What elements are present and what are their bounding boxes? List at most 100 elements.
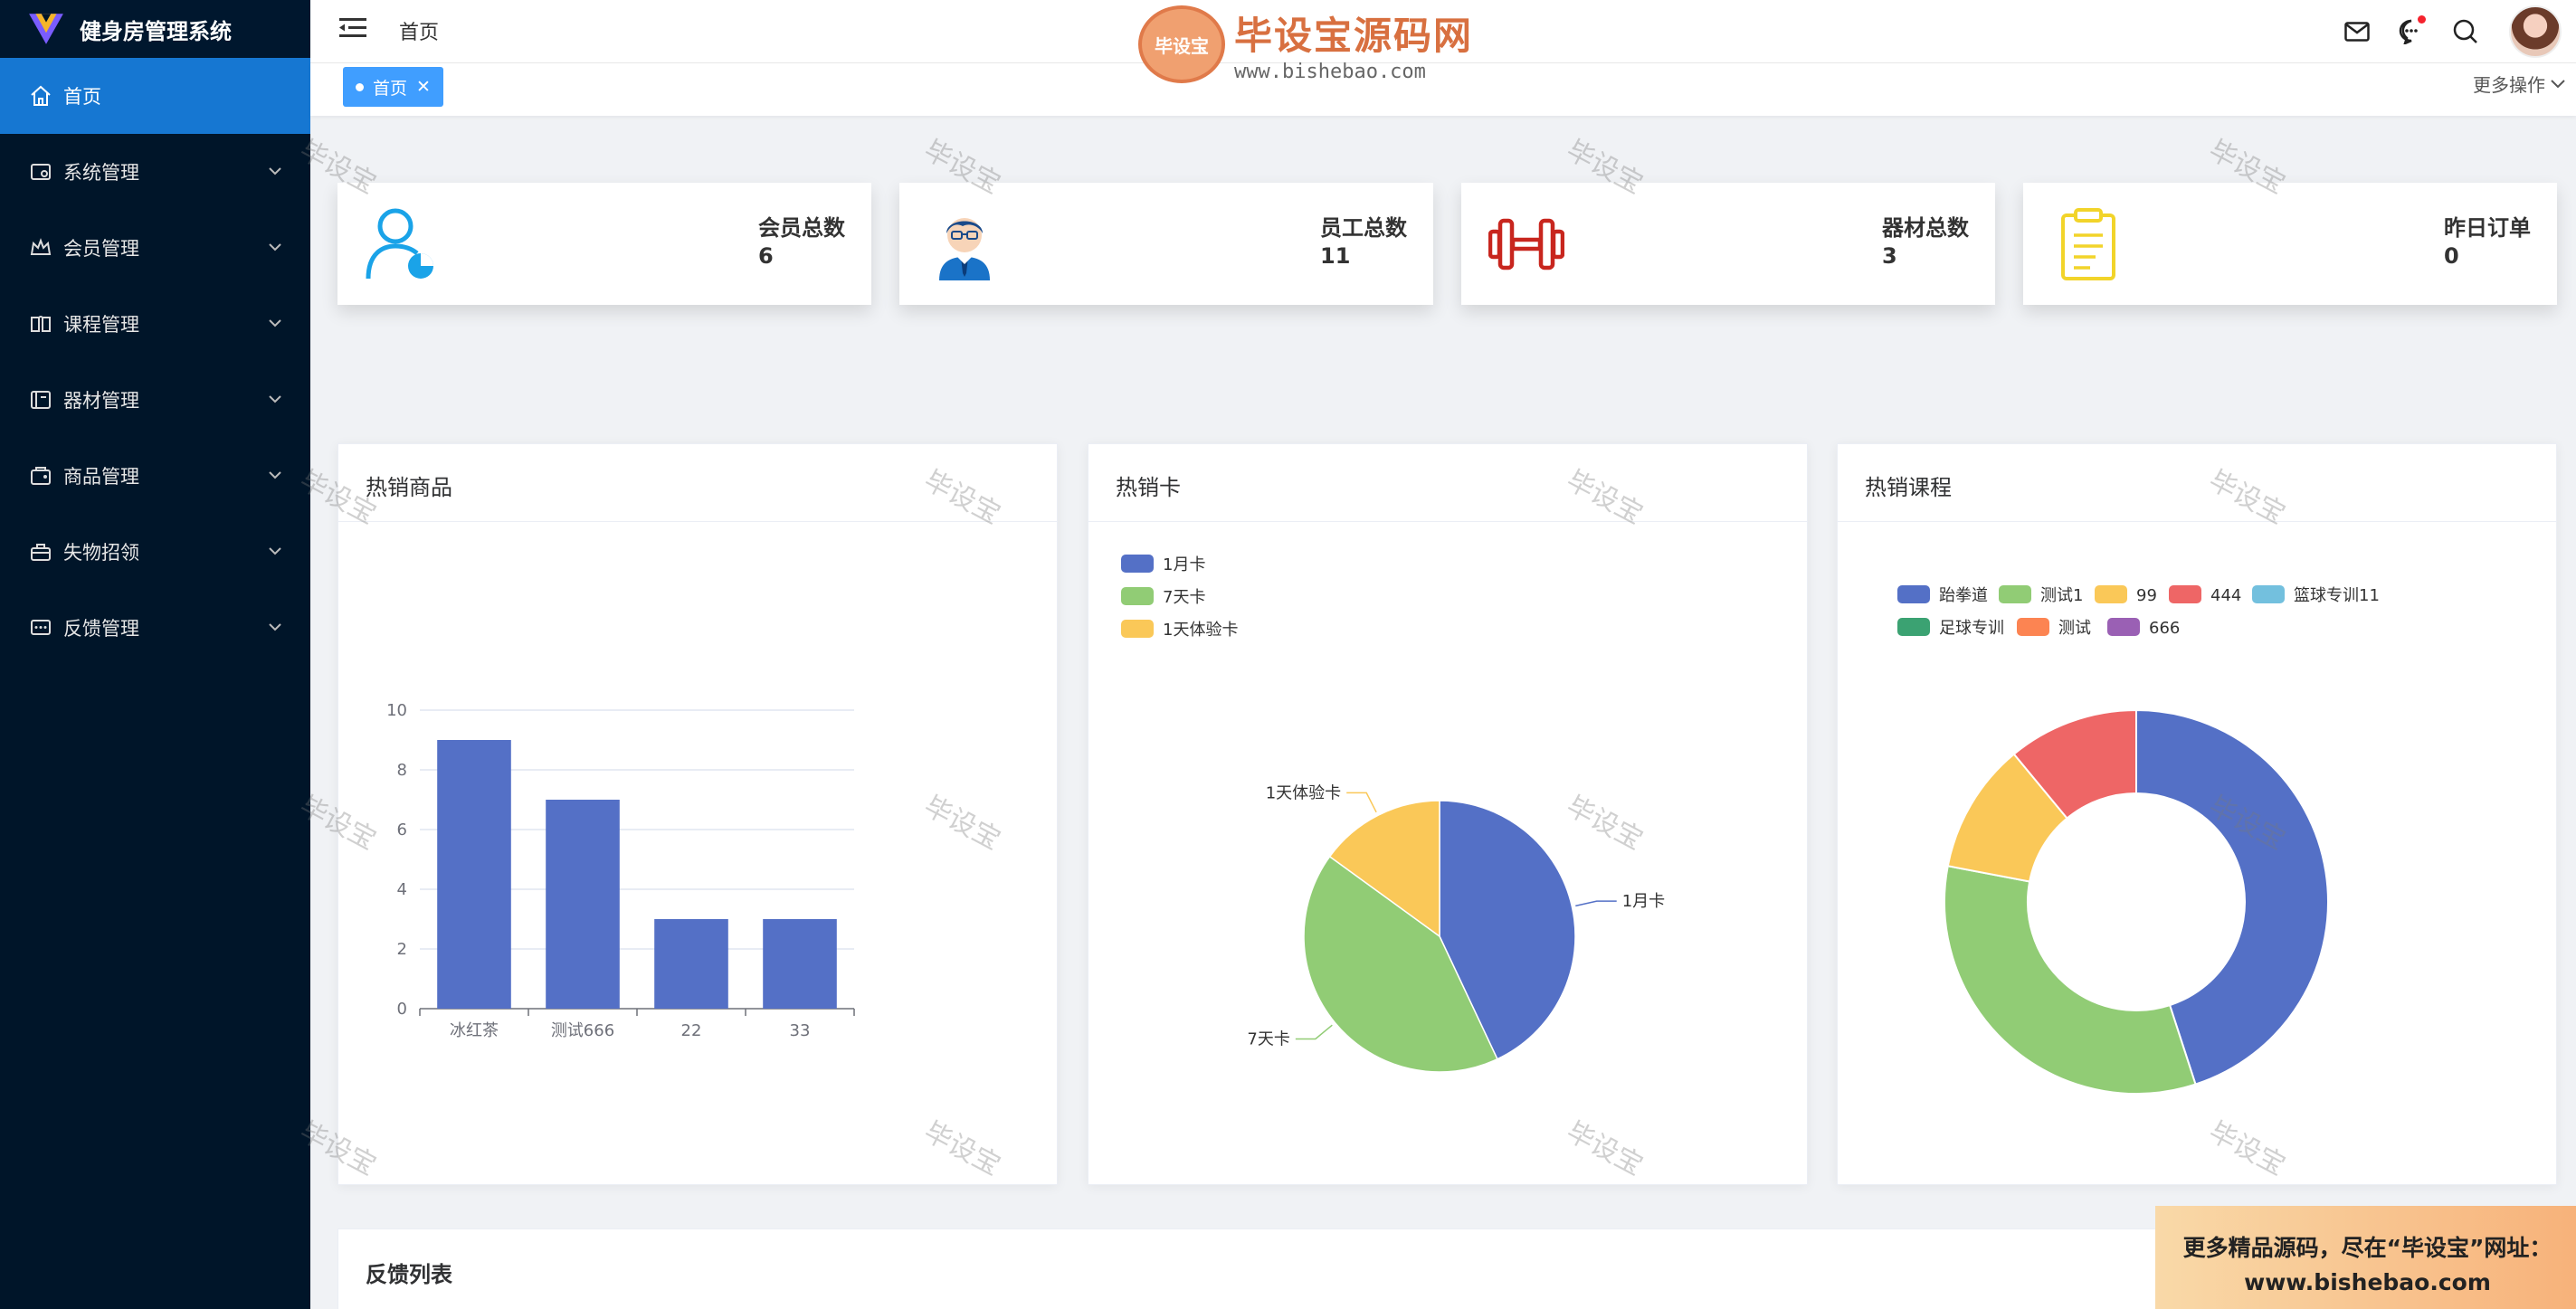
sidebar-item-label: 课程管理 [63,314,139,336]
product-icon [31,467,51,485]
sidebar-item-label: 首页 [63,86,101,108]
chevron-down-icon [269,243,281,251]
y-tick-label: 0 [397,1000,407,1019]
watermark-url: www.bishebao.com [1234,61,1426,83]
stat-text: 器材总数 3 [1882,210,1969,269]
mail-button[interactable] [2330,0,2384,63]
panel-hot-cards: 热销卡 1月卡 7天卡 1天体验卡 1月卡 7天卡 1天体验卡 [1088,443,1808,1185]
tag-home[interactable]: 首页 ✕ [343,67,443,107]
donut-chart: 跆拳道 测试1 99 444 篮球专训11 足球专训 测试 666 [1897,585,2380,1095]
close-icon[interactable]: ✕ [416,77,431,97]
pie-label: 1天体验卡 [1266,783,1341,802]
sidebar-item-0[interactable]: 首页 [0,58,310,134]
legend-swatch [2107,618,2140,636]
stat-text: 员工总数 11 [1320,210,1407,269]
stat-text: 昨日订单 0 [2444,210,2531,269]
pie-label-line [1346,792,1377,813]
x-tick-label: 33 [790,1021,811,1040]
search-icon [2453,19,2477,43]
watermark-brand: 毕设宝源码网 [1234,14,1474,58]
sidebar-item-label: 器材管理 [63,390,139,412]
sidebar-item-label: 失物招领 [63,542,139,564]
sidebar-item-5[interactable]: 商品管理 [0,438,310,514]
home-icon [31,85,51,106]
equipment-icon [31,391,51,409]
sidebar-item-3[interactable]: 课程管理 [0,286,310,362]
legend-label: 1月卡 [1163,555,1205,574]
book-icon [31,316,51,332]
clipboard-icon [2061,208,2115,280]
sidebar-item-2[interactable]: 会员管理 [0,210,310,286]
bar [437,740,511,1009]
legend-swatch [2169,585,2201,603]
member-icon [366,208,433,280]
breadcrumb[interactable]: 首页 [399,16,439,45]
promo-line-1: 更多精品源码，尽在“毕设宝”网址： [2182,1235,2552,1261]
panel-title: 热销卡 [1088,444,1807,522]
chevron-down-icon [269,167,281,175]
legend-swatch [2017,618,2049,636]
stat-card-employees: 员工总数 11 [899,183,1433,305]
mail-icon [2344,22,2370,42]
sidebar-item-label: 系统管理 [63,162,139,184]
donut-slice [1944,865,2197,1095]
settings-icon [31,164,51,180]
user-avatar[interactable] [2509,5,2562,58]
more-ops-dropdown[interactable]: 更多操作 [2473,71,2565,97]
legend-label: 99 [2136,586,2157,605]
watermark-logo: 毕设宝 毕设宝源码网 www.bishebao.com [1138,5,1473,83]
sidebar-item-6[interactable]: 失物招领 [0,514,310,590]
stat-label: 员工总数 [1320,215,1407,241]
pie-chart: 1月卡 7天卡 1天体验卡 1月卡 7天卡 1天体验卡 [1121,555,1665,1073]
legend-label: 测试 [2058,619,2091,638]
sidebar-item-4[interactable]: 器材管理 [0,362,310,438]
brand: 健身房管理系统 [0,0,310,58]
stat-card-orders: 昨日订单 0 [2023,183,2557,305]
pie-label: 1月卡 [1622,892,1665,911]
bar-chart: 0 2 4 6 8 10 冰红茶 测试666 22 33 [386,701,855,1040]
stat-value: 3 [1882,243,1897,269]
feedback-icon [31,620,51,635]
briefcase-icon [31,544,51,561]
notification-dot [2418,15,2426,24]
bar [763,919,837,1009]
chevron-down-icon [269,471,281,479]
legend-label: 跆拳道 [1939,586,1988,605]
panel-hot-products: 热销商品 0 2 4 6 8 10 冰红茶 测试666 22 33 [337,443,1058,1185]
app-title: 健身房管理系统 [80,18,232,44]
message-button[interactable] [2384,0,2438,63]
legend-swatch [1897,585,1930,603]
stat-text: 会员总数 6 [758,210,845,269]
sidebar-item-label: 会员管理 [63,238,139,260]
legend-swatch [1121,620,1154,638]
sidebar-item-label: 反馈管理 [63,618,139,640]
panel-title: 热销商品 [338,444,1057,522]
pie-label: 7天卡 [1247,1029,1289,1048]
legend-swatch [1121,587,1154,605]
chevron-down-icon [269,395,281,403]
pie-label-line [1575,900,1617,907]
panel-title: 热销课程 [1838,444,2556,522]
panel-hot-courses: 热销课程 跆拳道 测试1 99 444 篮球专训11 足球专训 测试 666 [1837,443,2557,1185]
legend-label: 7天卡 [1163,588,1205,607]
tag-label: 首页 [373,78,408,99]
menu-toggle-icon[interactable] [339,16,366,40]
legend-label: 足球专训 [1939,619,2004,638]
chevron-down-icon [2551,79,2565,88]
legend-swatch [2095,585,2127,603]
dumbbell-icon [1488,218,1564,270]
header-actions [2330,0,2576,63]
sidebar-item-1[interactable]: 系统管理 [0,134,310,210]
legend-swatch [2252,585,2285,603]
legend-label: 篮球专训11 [2294,586,2380,605]
y-tick-label: 2 [397,940,407,959]
search-button[interactable] [2438,0,2493,63]
crown-icon [30,238,52,255]
legend-swatch [1121,555,1154,573]
promo-banner: 更多精品源码，尽在“毕设宝”网址： www.bishebao.com [2155,1206,2576,1309]
stat-card-members: 会员总数 6 [337,183,871,305]
promo-line-2: www.bishebao.com [2244,1269,2491,1295]
legend-label: 1天体验卡 [1163,621,1238,640]
legend-label: 444 [2210,586,2241,605]
sidebar-item-7[interactable]: 反馈管理 [0,590,310,666]
